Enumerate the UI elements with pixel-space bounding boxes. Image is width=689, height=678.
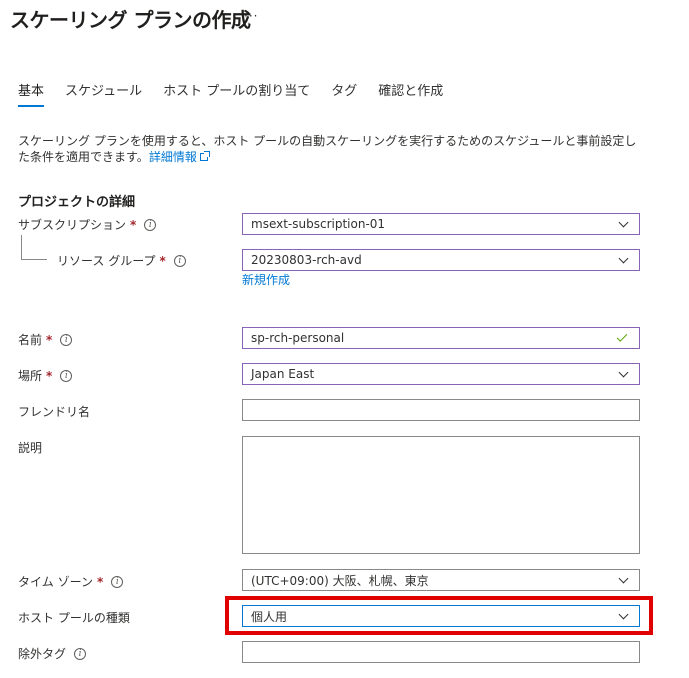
- chevron-down-icon: [618, 253, 629, 263]
- description-label: 説明: [18, 441, 43, 455]
- timezone-dropdown[interactable]: (UTC+09:00) 大阪、札幌、東京: [242, 569, 640, 591]
- intro-description: スケーリング プランを使用すると、ホスト プールの自動スケーリングを実行するため…: [18, 133, 643, 165]
- tab-bar: 基本 スケジュール ホスト プールの割り当て タグ 確認と作成: [18, 80, 464, 107]
- required-marker: *: [96, 574, 104, 589]
- tab-review-create[interactable]: 確認と作成: [378, 80, 443, 107]
- learn-more-label: 詳細情報: [148, 150, 197, 164]
- external-link-icon: [199, 151, 210, 161]
- subscription-label: サブスクリプション * i: [18, 216, 157, 233]
- tab-basics[interactable]: 基本: [18, 80, 45, 107]
- required-marker: *: [130, 217, 137, 232]
- info-icon[interactable]: i: [173, 254, 186, 267]
- resource-group-value: 20230803-rch-avd: [251, 253, 362, 267]
- timezone-label-text: タイム ゾーン: [18, 575, 93, 589]
- name-input[interactable]: sp-rch-personal: [242, 327, 640, 349]
- timezone-label: タイム ゾーン * i: [18, 573, 124, 590]
- exclusion-tag-input[interactable]: [242, 641, 640, 663]
- learn-more-link[interactable]: 詳細情報: [148, 150, 210, 164]
- info-icon[interactable]: i: [111, 575, 124, 588]
- required-marker: *: [46, 368, 53, 383]
- exclusion-tag-label-text: 除外タグ: [18, 647, 67, 661]
- friendly-name-label: フレンドリ名: [18, 405, 91, 419]
- project-details-heading: プロジェクトの詳細: [18, 195, 136, 210]
- intro-text: スケーリング プランを使用すると、ホスト プールの自動スケーリングを実行するため…: [18, 134, 637, 164]
- info-icon[interactable]: i: [74, 647, 87, 660]
- highlight-annotation-box: [225, 596, 653, 635]
- more-options-button[interactable]: ···: [244, 9, 258, 23]
- info-icon[interactable]: i: [60, 333, 73, 346]
- host-pool-type-label: ホスト プールの種類: [18, 611, 130, 625]
- friendly-name-input[interactable]: [242, 399, 640, 421]
- name-label-text: 名前: [18, 333, 43, 347]
- subscription-label-text: サブスクリプション: [18, 218, 127, 232]
- checkmark-icon: [616, 331, 628, 342]
- location-value: Japan East: [251, 367, 315, 381]
- timezone-value: (UTC+09:00) 大阪、札幌、東京: [251, 573, 429, 588]
- tab-schedules[interactable]: スケジュール: [65, 80, 142, 107]
- resource-group-label-text: リソース グループ: [57, 254, 156, 268]
- create-new-resource-group-link[interactable]: 新規作成: [242, 271, 290, 288]
- info-icon[interactable]: i: [144, 218, 157, 231]
- resource-group-label: リソース グループ * i: [57, 252, 186, 269]
- subscription-value: msext-subscription-01: [251, 217, 386, 231]
- required-marker: *: [46, 332, 53, 347]
- description-textarea[interactable]: [242, 436, 640, 554]
- subscription-dropdown[interactable]: msext-subscription-01: [242, 213, 640, 235]
- tree-connector-horizontal: [21, 259, 47, 260]
- page-title: スケーリング プランの作成: [10, 8, 251, 32]
- chevron-down-icon: [618, 367, 629, 377]
- info-icon[interactable]: i: [60, 369, 73, 382]
- location-label-text: 場所: [18, 369, 43, 383]
- tree-connector-vertical: [21, 235, 22, 259]
- name-value: sp-rch-personal: [251, 331, 345, 345]
- exclusion-tag-label: 除外タグ i: [18, 645, 87, 662]
- location-dropdown[interactable]: Japan East: [242, 363, 640, 385]
- required-marker: *: [159, 253, 166, 268]
- tab-tags[interactable]: タグ: [331, 80, 357, 107]
- chevron-down-icon: [618, 573, 629, 583]
- resource-group-dropdown[interactable]: 20230803-rch-avd: [242, 249, 640, 271]
- location-label: 場所 * i: [18, 367, 73, 384]
- chevron-down-icon: [618, 217, 629, 227]
- name-label: 名前 * i: [18, 331, 73, 348]
- tab-host-pool-assignment[interactable]: ホスト プールの割り当て: [163, 80, 310, 107]
